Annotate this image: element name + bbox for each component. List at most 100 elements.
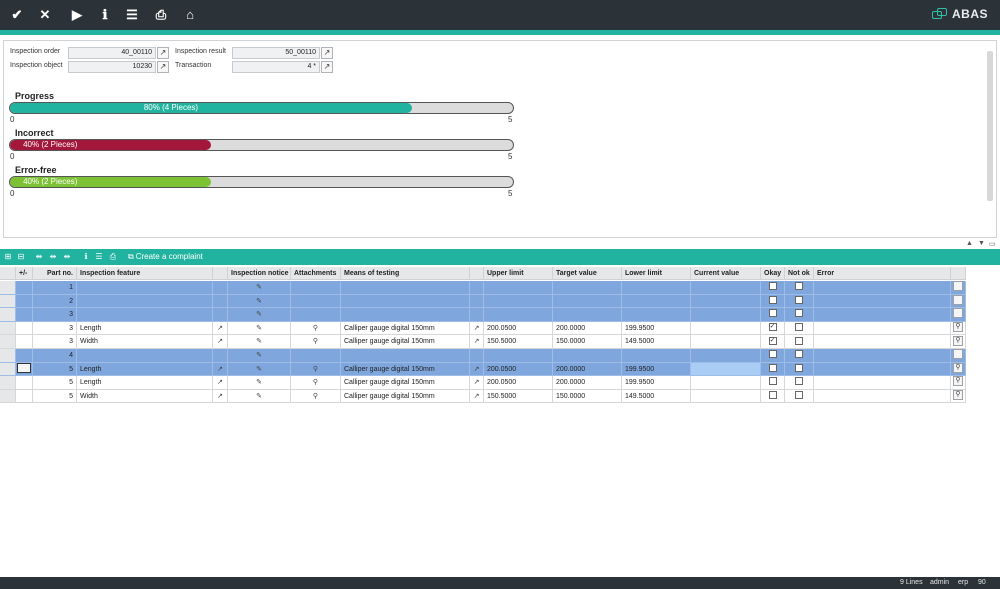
feature-link-cell[interactable]: ↗ (213, 389, 228, 404)
attachments-cell[interactable] (291, 281, 341, 295)
target-value-cell[interactable]: 200.0000 (553, 376, 622, 390)
table-row[interactable]: 5 Width ↗ ✎ ⚲ Calliper gauge digital 150mm ↗ 15… (0, 389, 966, 404)
notok-checkbox-cell[interactable] (785, 308, 814, 322)
col-header-upper[interactable]: Upper limit (484, 267, 553, 280)
menu-icon[interactable]: ☰ (122, 5, 142, 25)
notok-checkbox-cell[interactable] (785, 349, 814, 363)
feature-link-icon[interactable]: ↗ (217, 325, 223, 332)
means-of-testing-cell[interactable] (341, 349, 470, 363)
means-link-cell[interactable] (470, 281, 484, 295)
collapse-down-icon[interactable]: ▼ (978, 240, 985, 247)
lower-limit-cell[interactable] (622, 294, 691, 309)
part-no-cell[interactable]: 4 (33, 349, 77, 363)
col-header-notok[interactable]: Not ok (785, 267, 814, 280)
feature-link-icon[interactable]: ↗ (217, 338, 223, 345)
attachments-cell[interactable]: ⚲ (291, 335, 341, 349)
means-link-cell[interactable] (470, 349, 484, 363)
target-value-cell[interactable]: 150.0000 (553, 335, 622, 349)
okay-checkbox-cell[interactable]: ✓ (761, 335, 785, 349)
maximize-icon[interactable]: ▭ (989, 240, 996, 248)
notok-checkbox-cell[interactable] (785, 281, 814, 295)
row-toggle[interactable] (16, 308, 33, 322)
inspection-feature-cell[interactable] (77, 349, 213, 363)
transaction-link-icon[interactable]: ↗ (321, 61, 333, 73)
attachment-search-icon[interactable]: ⚲ (313, 366, 318, 373)
error-cell[interactable] (814, 294, 951, 309)
feature-link-cell[interactable]: ↗ (213, 321, 228, 336)
okay-checkbox[interactable] (768, 363, 777, 372)
inspection-feature-cell[interactable] (77, 281, 213, 295)
target-value-cell[interactable]: 200.0000 (553, 321, 622, 336)
row-toggle[interactable] (16, 362, 33, 377)
means-link-icon[interactable]: ↗ (474, 366, 480, 373)
feature-link-icon[interactable]: ↗ (217, 393, 223, 400)
means-link-cell[interactable]: ↗ (470, 362, 484, 377)
notok-checkbox[interactable] (795, 322, 803, 331)
create-complaint-button[interactable]: ⧉ Create a complaint (128, 251, 203, 263)
row-marker[interactable] (0, 362, 16, 377)
notice-edit-icon[interactable]: ✎ (256, 366, 262, 373)
detail-search-icon[interactable] (953, 308, 963, 319)
feature-link-cell[interactable] (213, 308, 228, 322)
notice-edit-icon[interactable]: ✎ (256, 311, 262, 318)
part-no-cell[interactable]: 1 (33, 281, 77, 295)
feature-link-cell[interactable] (213, 281, 228, 295)
inspection-feature-cell[interactable] (77, 308, 213, 322)
inspection-feature-cell[interactable] (77, 294, 213, 309)
transaction-field[interactable]: 4 * (232, 61, 320, 73)
means-of-testing-cell[interactable]: Calliper gauge digital 150mm (341, 376, 470, 390)
okay-checkbox-cell[interactable] (761, 376, 785, 390)
inspection-feature-cell[interactable]: Length (77, 376, 213, 390)
means-of-testing-cell[interactable]: Calliper gauge digital 150mm (341, 335, 470, 349)
target-value-cell[interactable] (553, 349, 622, 363)
notice-edit-icon[interactable]: ✎ (256, 393, 262, 400)
col-header-feature[interactable]: Inspection feature (77, 267, 213, 280)
current-value-cell[interactable] (691, 294, 761, 309)
detail-search-icon[interactable] (953, 294, 963, 305)
row-marker[interactable] (0, 321, 16, 336)
upper-limit-cell[interactable]: 150.5000 (484, 335, 553, 349)
notok-checkbox[interactable] (795, 295, 803, 304)
expand-all-icon[interactable]: ⊞ (3, 251, 13, 263)
lower-limit-cell[interactable]: 199.9500 (622, 321, 691, 336)
notok-checkbox[interactable] (795, 390, 803, 399)
row-marker[interactable] (0, 281, 16, 295)
inspection-notice-cell[interactable]: ✎ (228, 335, 291, 349)
inspection-notice-cell[interactable]: ✎ (228, 376, 291, 390)
col-width-icon[interactable]: ⇹ (34, 251, 44, 263)
notice-edit-icon[interactable]: ✎ (256, 325, 262, 332)
error-cell[interactable] (814, 362, 951, 377)
lower-limit-cell[interactable]: 199.9500 (622, 362, 691, 377)
target-value-cell[interactable]: 200.0000 (553, 362, 622, 377)
part-no-cell[interactable]: 3 (33, 335, 77, 349)
notice-edit-icon[interactable]: ✎ (256, 338, 262, 345)
attachment-search-icon[interactable]: ⚲ (313, 325, 318, 332)
row-toggle[interactable] (16, 376, 33, 390)
table-row[interactable]: 5 Length ↗ ✎ ⚲ Calliper gauge digital 150mm ↗ 2… (0, 376, 966, 390)
attachments-cell[interactable] (291, 294, 341, 309)
means-of-testing-cell[interactable]: Calliper gauge digital 150mm (341, 389, 470, 404)
notok-checkbox-cell[interactable] (785, 335, 814, 349)
inspection-result-field[interactable]: 50_00110 (232, 47, 320, 59)
feature-link-cell[interactable]: ↗ (213, 376, 228, 390)
target-value-cell[interactable] (553, 308, 622, 322)
table-row[interactable]: 3 ✎ (0, 308, 966, 322)
inspection-feature-cell[interactable]: Length (77, 321, 213, 336)
part-no-cell[interactable]: 3 (33, 308, 77, 322)
attachments-cell[interactable] (291, 308, 341, 322)
inspection-notice-cell[interactable]: ✎ (228, 349, 291, 363)
okay-checkbox-cell[interactable] (761, 349, 785, 363)
okay-checkbox-cell[interactable] (761, 294, 785, 309)
row-toggle[interactable] (16, 335, 33, 349)
feature-link-cell[interactable]: ↗ (213, 335, 228, 349)
table-row[interactable]: 2 ✎ (0, 294, 966, 309)
detail-cell[interactable] (951, 294, 966, 309)
panel-splitter[interactable]: ▲ ▼ ▭ (0, 240, 1000, 248)
upper-limit-cell[interactable]: 200.0500 (484, 321, 553, 336)
scrollbar-thumb[interactable] (987, 51, 993, 201)
current-value-cell[interactable] (691, 376, 761, 390)
attachment-search-icon[interactable]: ⚲ (313, 338, 318, 345)
table-row[interactable]: 3 Length ↗ ✎ ⚲ Calliper gauge digital 150mm ↗ 2… (0, 321, 966, 336)
row-edit-icon[interactable] (17, 362, 31, 373)
notok-checkbox-cell[interactable] (785, 294, 814, 309)
